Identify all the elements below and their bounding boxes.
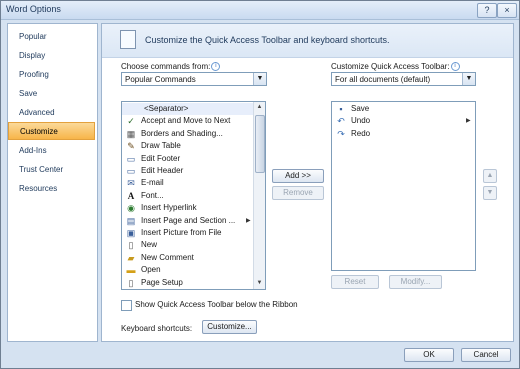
choose-commands-value: Popular Commands [125,75,196,84]
list-item[interactable]: ▯ New [122,239,255,251]
customize-qat-label: Customize Quick Access Toolbar: i [331,62,460,72]
submenu-arrow-icon: ▶ [246,217,251,224]
customize-toolbar-icon [120,30,136,49]
list-item[interactable]: ▪ Save [332,103,475,115]
commands-scrollbar[interactable]: ▲ ▼ [253,102,265,289]
sidebar-item-popular[interactable]: Popular [8,28,95,46]
chevron-down-icon[interactable]: ▼ [253,73,266,85]
list-item[interactable]: ▭ Edit Header [122,165,255,177]
folder-icon: ▬ [126,265,136,276]
scroll-up-icon[interactable]: ▲ [254,102,265,113]
email-icon: ✉ [127,178,135,189]
borders-icon: ▦ [126,128,136,139]
sidebar-item-advanced[interactable]: Advanced [8,104,95,122]
cancel-button[interactable]: Cancel [461,348,511,362]
accept-icon: ✓ [127,116,135,127]
commands-list[interactable]: <Separator> ✓ Accept and Move to Next ▦ … [121,101,266,290]
window-title: Word Options [6,4,61,14]
chevron-down-icon[interactable]: ▼ [462,73,475,85]
close-button[interactable]: × [497,3,517,18]
modify-button[interactable]: Modify... [389,275,442,289]
scroll-thumb[interactable] [255,115,265,173]
list-item[interactable]: <Separator> [122,103,255,116]
sidebar-item-trust-center[interactable]: Trust Center [8,161,95,179]
move-down-button[interactable]: ▼ [483,186,497,200]
reset-button[interactable]: Reset [331,275,379,289]
sidebar-item-customize[interactable]: Customize [8,122,95,140]
list-item[interactable]: ▣ Insert Picture from File [122,227,255,239]
font-icon: A [127,190,135,201]
add-button[interactable]: Add >> [272,169,324,183]
list-item[interactable]: ▤ Insert Page and Section ... ▶ [122,215,255,227]
list-item[interactable]: ▰ New Comment [122,252,255,264]
scroll-down-icon[interactable]: ▼ [254,278,265,289]
sidebar-item-save[interactable]: Save [8,85,95,103]
list-item[interactable]: ◉ Insert Hyperlink [122,202,255,214]
header-icon: ▭ [126,166,136,176]
list-item[interactable]: ↷ Redo [332,128,475,140]
choose-commands-label: Choose commands from: i [121,62,221,72]
comment-icon: ▰ [127,252,135,263]
keyboard-customize-button[interactable]: Customize... [202,320,257,334]
list-item[interactable]: ✎ Draw Table [122,140,255,152]
customize-qat-value: For all documents (default) [335,75,431,84]
new-document-icon: ▯ [128,240,134,251]
undo-icon: ↶ [337,116,345,127]
dialog-footer: OK Cancel [1,343,519,368]
redo-icon: ↷ [337,128,345,139]
sidebar-item-proofing[interactable]: Proofing [8,66,95,84]
panel-header: Customize the Quick Access Toolbar and k… [102,24,513,58]
hyperlink-icon: ◉ [127,203,135,214]
submenu-arrow-icon: ▶ [466,118,471,125]
sidebar-item-resources[interactable]: Resources [8,180,95,198]
page-section-icon: ▤ [126,215,136,226]
show-below-ribbon-checkbox[interactable] [121,300,132,311]
title-bar: Word Options ? × [1,1,519,20]
save-icon: ▪ [339,104,343,114]
choose-commands-dropdown[interactable]: Popular Commands ▼ [121,72,267,86]
remove-button[interactable]: Remove [272,186,324,200]
list-item[interactable]: ▯ Page Setup [122,277,255,289]
sidebar: Popular Display Proofing Save Advanced C… [7,23,98,342]
list-item[interactable]: ▬ Open [122,264,255,276]
sidebar-item-add-ins[interactable]: Add-Ins [8,142,95,160]
show-below-ribbon-label: Show Quick Access Toolbar below the Ribb… [135,300,298,309]
list-item[interactable]: ✓ Accept and Move to Next [122,115,255,127]
list-item[interactable]: ▭ Edit Footer [122,153,255,165]
draw-table-icon: ✎ [127,141,135,152]
picture-icon: ▣ [126,228,136,238]
list-item[interactable]: ▦ Borders and Shading... [122,128,255,140]
list-item[interactable]: ↶ Undo ▶ [332,115,475,127]
list-item[interactable]: A Font... [122,190,255,202]
help-button[interactable]: ? [477,3,497,18]
customize-qat-dropdown[interactable]: For all documents (default) ▼ [331,72,476,86]
customize-panel: Customize the Quick Access Toolbar and k… [101,23,514,342]
list-item[interactable]: ✉ E-mail [122,177,255,189]
ok-button[interactable]: OK [404,348,454,362]
word-options-dialog: Word Options ? × Popular Display Proofin… [0,0,520,369]
move-up-button[interactable]: ▲ [483,169,497,183]
info-icon: i [211,62,221,72]
info-icon: i [450,62,460,72]
keyboard-shortcuts-label: Keyboard shortcuts: [121,324,193,333]
panel-header-text: Customize the Quick Access Toolbar and k… [145,35,390,45]
footer-icon: ▭ [126,153,136,164]
qat-list[interactable]: ▪ Save ↶ Undo ▶ ↷ Redo [331,101,476,271]
page-setup-icon: ▯ [128,277,134,288]
sidebar-item-display[interactable]: Display [8,47,95,65]
